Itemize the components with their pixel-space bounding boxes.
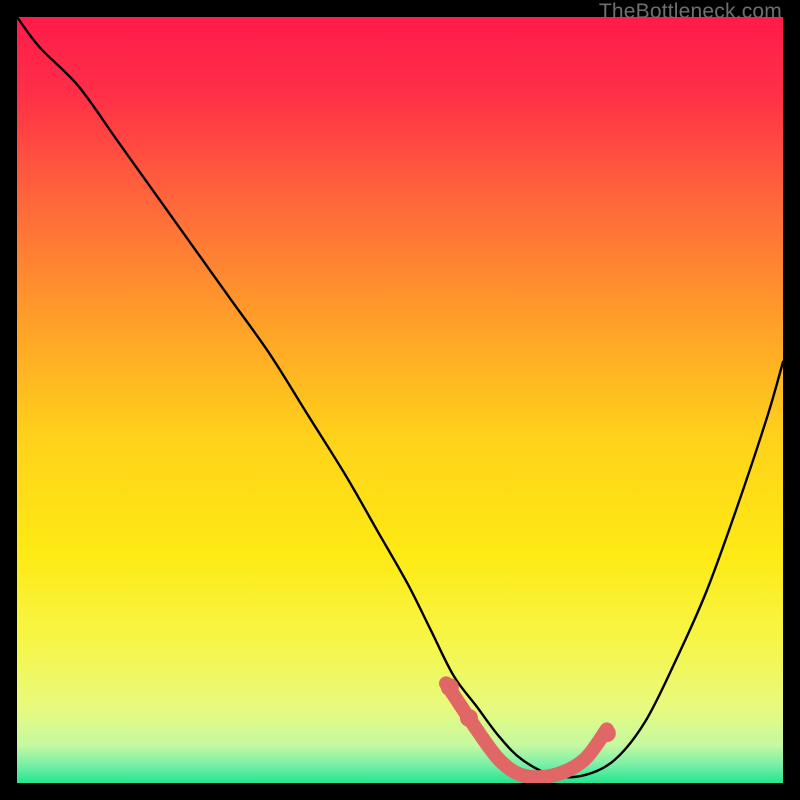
chart-svg (17, 17, 783, 783)
gradient-background (17, 17, 783, 783)
chart-frame (17, 17, 783, 783)
watermark-text: TheBottleneck.com (599, 0, 782, 24)
